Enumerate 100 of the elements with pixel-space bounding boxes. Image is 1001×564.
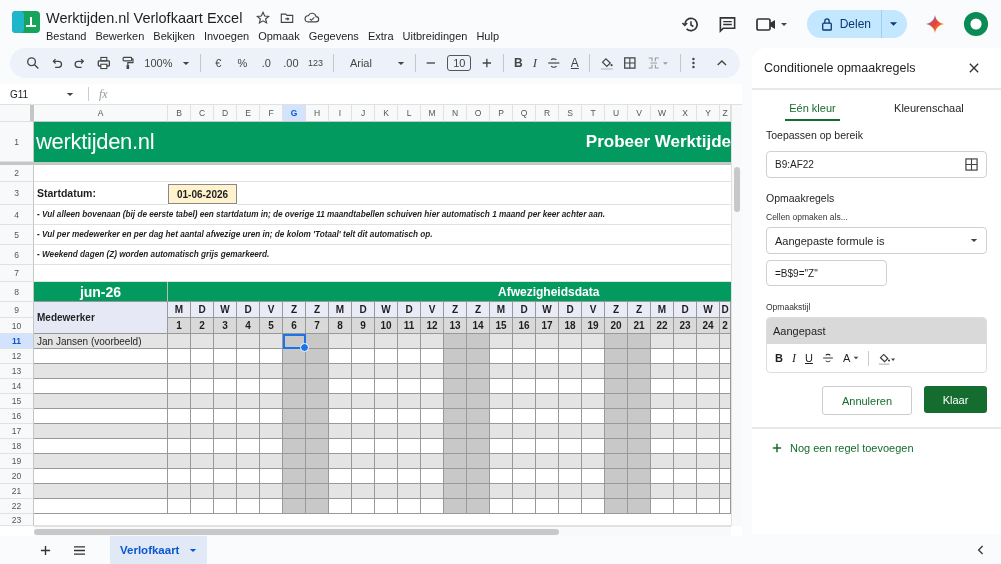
redo-icon[interactable]	[73, 56, 87, 70]
grid-cell[interactable]	[214, 409, 237, 424]
grid-cell[interactable]	[283, 424, 306, 439]
grid-cell[interactable]	[720, 349, 731, 364]
close-icon[interactable]	[969, 63, 979, 73]
grid-cell[interactable]	[674, 379, 697, 394]
grid-cell[interactable]	[352, 469, 375, 484]
bold-button[interactable]: B	[775, 352, 783, 364]
font-dropdown[interactable]: Arial	[343, 57, 405, 69]
grid-cell[interactable]	[444, 424, 467, 439]
grid-cell[interactable]	[352, 394, 375, 409]
grid-cell[interactable]	[260, 334, 283, 349]
grid-cell[interactable]	[582, 469, 605, 484]
grid-cell[interactable]	[352, 424, 375, 439]
grid-cell[interactable]	[697, 424, 720, 439]
grid-cell[interactable]	[168, 484, 191, 499]
grid-cell[interactable]	[306, 334, 329, 349]
grid-cell[interactable]	[582, 424, 605, 439]
grid-cell[interactable]	[214, 379, 237, 394]
grid-cell[interactable]	[398, 394, 421, 409]
grid-cell[interactable]	[421, 349, 444, 364]
grid-cell[interactable]	[237, 409, 260, 424]
grid-cell[interactable]	[398, 439, 421, 454]
grid-cell[interactable]	[536, 454, 559, 469]
menu-item[interactable]: Uitbreidingen	[402, 29, 468, 42]
grid-cell[interactable]	[720, 424, 731, 439]
grid-cell[interactable]	[398, 499, 421, 514]
column-header[interactable]: Y	[697, 105, 720, 122]
grid-cell[interactable]	[674, 469, 697, 484]
grid-cell[interactable]	[651, 334, 674, 349]
borders-icon[interactable]	[623, 56, 638, 70]
grid-cell[interactable]	[628, 364, 651, 379]
row-header[interactable]: 17	[0, 424, 34, 439]
grid-cell[interactable]	[697, 499, 720, 514]
plus-icon[interactable]	[481, 57, 494, 69]
grid-cell[interactable]	[513, 394, 536, 409]
employee-cell[interactable]	[34, 364, 168, 379]
row-header[interactable]: 9	[0, 302, 34, 318]
cancel-button[interactable]: Annuleren	[822, 386, 912, 415]
grid-cell[interactable]	[306, 439, 329, 454]
grid-cell[interactable]	[168, 379, 191, 394]
grid-cell[interactable]	[191, 394, 214, 409]
column-header[interactable]: G	[283, 105, 306, 122]
grid-cell[interactable]	[168, 334, 191, 349]
grid-cell[interactable]	[168, 469, 191, 484]
star-icon[interactable]	[256, 10, 271, 25]
grid-cell[interactable]	[237, 394, 260, 409]
grid-select-icon[interactable]	[965, 158, 978, 171]
grid-cell[interactable]	[352, 364, 375, 379]
grid-cell[interactable]	[582, 499, 605, 514]
fill-color-icon[interactable]	[878, 351, 897, 365]
grid-cell[interactable]	[421, 439, 444, 454]
column-header[interactable]: J	[352, 105, 375, 122]
comment-icon[interactable]	[717, 14, 737, 34]
grid-cell[interactable]	[306, 409, 329, 424]
row-header[interactable]: 2	[0, 165, 34, 182]
zoom-dropdown[interactable]: 100%	[144, 57, 191, 69]
grid-cell[interactable]	[398, 454, 421, 469]
row-header[interactable]: 15	[0, 394, 34, 409]
grid-cell[interactable]	[605, 349, 628, 364]
column-header[interactable]: O	[467, 105, 490, 122]
grid-cell[interactable]	[168, 424, 191, 439]
history-icon[interactable]	[680, 14, 700, 34]
text-color-button[interactable]: A	[570, 56, 579, 70]
grid-cell[interactable]	[628, 484, 651, 499]
row-header[interactable]: 8	[0, 282, 34, 302]
grid-cell[interactable]	[283, 364, 306, 379]
fill-color-icon[interactable]	[599, 56, 614, 70]
grid-cell[interactable]	[536, 484, 559, 499]
grid-cell[interactable]	[467, 469, 490, 484]
grid-cell[interactable]	[490, 409, 513, 424]
grid-cell[interactable]	[168, 409, 191, 424]
caret-icon[interactable]	[889, 21, 898, 27]
grid-cell[interactable]	[283, 409, 306, 424]
grid-cell[interactable]	[237, 469, 260, 484]
number-format-button[interactable]: 123	[308, 58, 323, 68]
grid-cell[interactable]	[513, 364, 536, 379]
grid-cell[interactable]	[191, 334, 214, 349]
grid-cell[interactable]	[605, 379, 628, 394]
grid-cell[interactable]	[375, 409, 398, 424]
grid-cell[interactable]	[283, 439, 306, 454]
grid-cell[interactable]	[628, 469, 651, 484]
grid-cell[interactable]	[444, 379, 467, 394]
column-header[interactable]: H	[306, 105, 329, 122]
grid-cell[interactable]	[697, 364, 720, 379]
column-header[interactable]: R	[536, 105, 559, 122]
grid-cell[interactable]	[260, 439, 283, 454]
grid-cell[interactable]	[513, 499, 536, 514]
grid-cell[interactable]	[628, 349, 651, 364]
grid-cell[interactable]	[536, 394, 559, 409]
grid-cell[interactable]	[651, 379, 674, 394]
grid-cell[interactable]	[260, 484, 283, 499]
grid-cell[interactable]	[214, 334, 237, 349]
grid-cell[interactable]	[674, 409, 697, 424]
grid-cell[interactable]	[214, 424, 237, 439]
grid-cell[interactable]	[352, 439, 375, 454]
grid-cell[interactable]	[467, 499, 490, 514]
grid-cell[interactable]	[329, 394, 352, 409]
grid-cell[interactable]	[352, 499, 375, 514]
avatar-icon[interactable]	[963, 11, 989, 37]
